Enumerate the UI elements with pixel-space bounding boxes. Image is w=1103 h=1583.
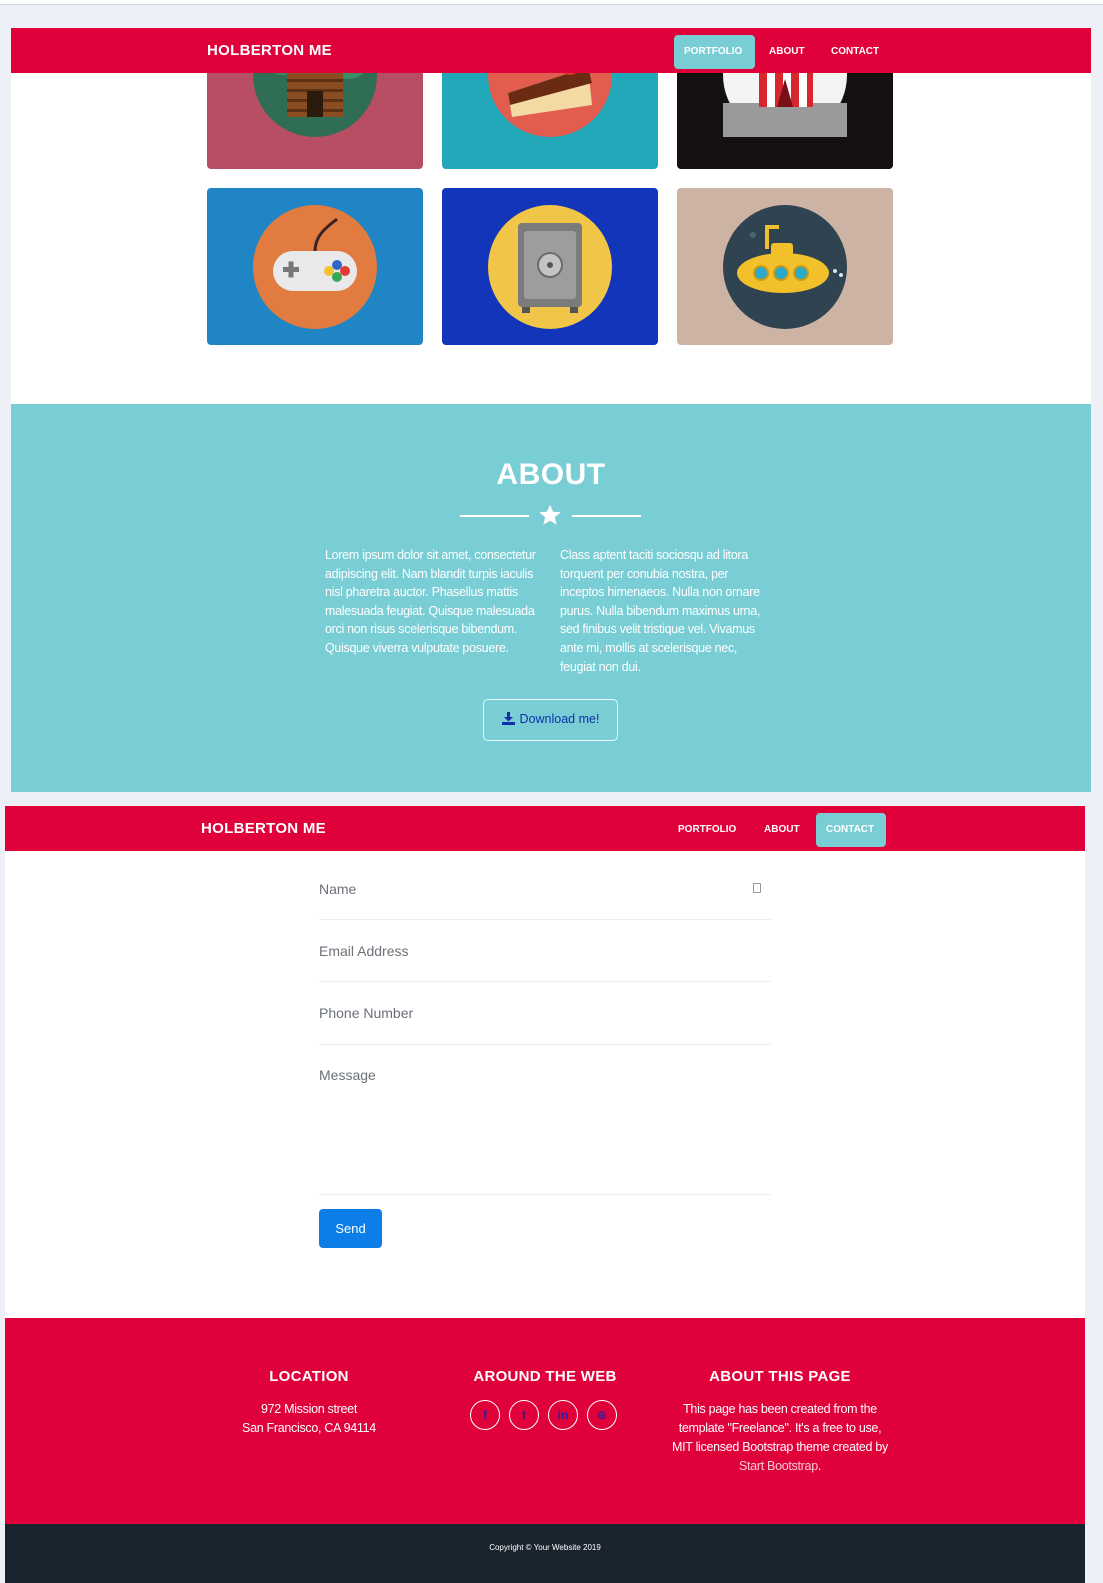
location-line-1: 972 Mission street xyxy=(260,1402,358,1416)
about-title: ABOUT xyxy=(496,458,606,491)
download-label: Download me! xyxy=(519,712,600,726)
about-page-title: ABOUT THIS PAGE xyxy=(709,1368,851,1385)
location-title: LOCATION xyxy=(269,1368,349,1385)
download-button[interactable]: Download me! xyxy=(483,699,618,741)
email-field[interactable]: Email Address xyxy=(319,943,771,982)
game-controller-icon xyxy=(253,205,377,329)
autofill-icon xyxy=(753,883,761,893)
portfolio-item-game-controller[interactable] xyxy=(207,188,423,345)
portfolio-about-screenshot: HOLBERTON ME PORTFOLIO ABOUT CONTACT ABO… xyxy=(11,28,1091,792)
portfolio-item-submarine[interactable] xyxy=(677,188,893,345)
brand-logo[interactable]: HOLBERTON ME xyxy=(207,42,332,59)
about-text-left: Lorem ipsum dolor sit amet, consectetur … xyxy=(325,548,536,655)
phone-field[interactable]: Phone Number xyxy=(319,1005,771,1045)
message-placeholder: Message xyxy=(319,1067,376,1083)
brand-logo[interactable]: HOLBERTON ME xyxy=(201,820,326,837)
browser-top-strip xyxy=(0,0,1103,5)
footer: LOCATION 972 Mission street San Francisc… xyxy=(5,1318,1085,1524)
send-button[interactable]: Send xyxy=(319,1209,382,1248)
about-page-text: This page has been created from the temp… xyxy=(670,1400,890,1476)
name-placeholder: Name xyxy=(319,881,357,897)
start-bootstrap-link[interactable]: Start Bootstrap xyxy=(739,1459,818,1473)
navbar: HOLBERTON ME PORTFOLIO ABOUT CONTACT xyxy=(5,806,1085,851)
about-section: ABOUT Lorem ipsum dolor sit amet, consec… xyxy=(11,404,1091,792)
divider-line-right xyxy=(572,515,641,517)
navbar: HOLBERTON ME PORTFOLIO ABOUT CONTACT xyxy=(11,28,1091,73)
twitter-icon[interactable]: t xyxy=(509,1400,539,1430)
about-page-period: . xyxy=(817,1459,822,1473)
dribbble-icon[interactable]: ⊛ xyxy=(587,1400,617,1430)
nav-portfolio[interactable]: PORTFOLIO xyxy=(668,813,746,847)
copyright-bar: Copyright © Your Website 2019 xyxy=(5,1524,1085,1583)
name-field[interactable]: Name xyxy=(319,881,771,920)
submarine-icon xyxy=(723,205,847,329)
email-placeholder: Email Address xyxy=(319,943,409,959)
nav-portfolio[interactable]: PORTFOLIO xyxy=(674,35,755,69)
contact-footer-screenshot: HOLBERTON ME PORTFOLIO ABOUT CONTACT Nam… xyxy=(5,806,1085,1583)
about-text-right: Class aptent taciti sociosqu ad litora t… xyxy=(560,548,761,674)
linkedin-icon[interactable]: in xyxy=(548,1400,578,1430)
location-line-2: San Francisco, CA 94114 xyxy=(242,1421,376,1435)
portfolio-item-safe[interactable] xyxy=(442,188,658,345)
nav-about[interactable]: ABOUT xyxy=(759,35,815,69)
safe-icon xyxy=(488,205,612,329)
phone-placeholder: Phone Number xyxy=(319,1005,414,1021)
nav-about[interactable]: ABOUT xyxy=(754,813,810,847)
facebook-icon[interactable]: f xyxy=(470,1400,500,1430)
download-icon xyxy=(501,712,515,725)
location-address: 972 Mission street San Francisco, CA 941… xyxy=(209,1400,409,1438)
copyright-text: Copyright © Your Website 2019 xyxy=(489,1543,601,1552)
about-page-description: This page has been created from the temp… xyxy=(672,1402,888,1454)
star-icon xyxy=(539,504,561,525)
message-field[interactable]: Message xyxy=(319,1067,771,1195)
divider-line-left xyxy=(460,515,529,517)
around-the-web-title: AROUND THE WEB xyxy=(473,1368,617,1385)
nav-contact[interactable]: CONTACT xyxy=(816,813,886,847)
nav-contact[interactable]: CONTACT xyxy=(821,35,889,69)
